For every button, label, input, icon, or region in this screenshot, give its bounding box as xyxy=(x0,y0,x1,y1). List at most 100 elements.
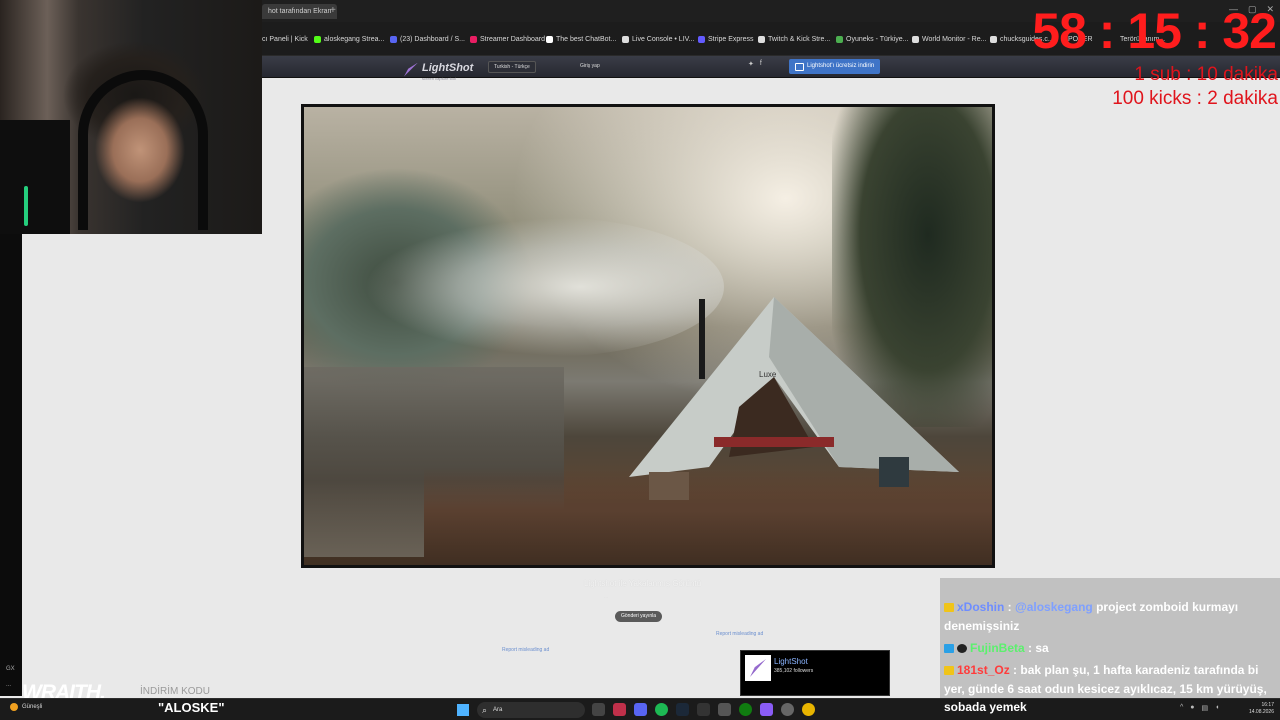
browser-tab-active[interactable]: hot tarafından Ekran xyxy=(262,4,338,19)
clock-time: 16:17 xyxy=(1261,702,1274,708)
taskbar-search[interactable]: Ara xyxy=(477,702,585,718)
bookmark-label: Stripe Express xyxy=(708,36,754,43)
steam-icon[interactable] xyxy=(676,703,689,716)
gem-badge-icon xyxy=(944,644,954,653)
app-icon-2[interactable] xyxy=(760,703,773,716)
new-tab-button[interactable]: + xyxy=(330,4,336,18)
left-sidebar: GX ... xyxy=(0,234,22,696)
xbox-icon[interactable] xyxy=(739,703,752,716)
report-ad-link-2[interactable]: Report misleading ad xyxy=(502,647,549,653)
pinned-apps xyxy=(592,703,815,716)
bookmark-item[interactable]: cı Paneli | Kick xyxy=(262,36,308,43)
crown-badge-icon xyxy=(944,603,954,612)
bookmark-item[interactable]: Live Console • LIV... xyxy=(622,36,695,43)
card-followers: 385,102 followers xyxy=(774,668,814,674)
chat-username: FujinBeta xyxy=(970,641,1025,655)
chat-text: : sa xyxy=(1028,641,1049,655)
stream-tool-icon xyxy=(758,36,765,43)
oyuneks-icon xyxy=(836,36,843,43)
system-tray: ^ ● ▤ ◖ xyxy=(1180,704,1219,712)
globe-icon xyxy=(912,36,919,43)
report-ad-link[interactable]: Report misleading ad xyxy=(716,631,763,637)
bookmark-item[interactable]: Oyuneks - Türkiye... xyxy=(836,36,909,43)
opera-gx-icon[interactable] xyxy=(613,703,626,716)
language-select[interactable]: Turkish - Türkçe xyxy=(488,61,536,73)
volume-icon[interactable]: ◖ xyxy=(1215,704,1219,712)
obs-icon[interactable] xyxy=(781,703,794,716)
image-caption-sub: ... xyxy=(604,594,609,600)
file-explorer-icon[interactable] xyxy=(592,703,605,716)
network-icon[interactable]: ▤ xyxy=(1202,704,1209,712)
bookmark-item[interactable]: Stripe Express xyxy=(698,36,754,43)
lightshot-logo[interactable]: LightShot screen capture tool xyxy=(404,58,473,81)
lightshot-avatar xyxy=(745,655,771,681)
bookmark-label: The best ChatBot... xyxy=(556,36,617,43)
streamer-name: "ALOSKE" xyxy=(158,700,225,715)
logo-name: LightShot xyxy=(422,62,474,74)
subathon-timer: 58 : 15 : 32 xyxy=(1032,3,1277,59)
live-console-icon xyxy=(622,36,629,43)
taskbar-clock[interactable]: 16:17 14.08.2026 xyxy=(1249,702,1274,716)
bookmark-item[interactable]: World Monitor - Re... xyxy=(912,36,986,43)
logo-tagline: screen capture tool xyxy=(422,76,457,81)
windows-start-icon[interactable] xyxy=(457,704,469,716)
sub-rule: 1 sub : 10 dakika xyxy=(1134,64,1278,85)
rgb-light xyxy=(24,186,28,226)
feather-icon xyxy=(404,62,418,77)
tent-brand: Luxe xyxy=(759,370,777,379)
kick-rule: 100 kicks : 2 dakika xyxy=(1112,88,1278,109)
camp-stool xyxy=(649,472,689,500)
clock-date: 14.08.2026 xyxy=(1248,709,1274,715)
bookmark-item[interactable]: (23) Dashboard / S... xyxy=(390,36,465,43)
sun-icon xyxy=(10,703,18,711)
lightshot-header: LightShot screen capture tool Turkish - … xyxy=(262,56,1280,81)
tab-title: hot tarafından Ekran xyxy=(268,8,332,15)
stove-pipe xyxy=(699,299,705,379)
bookmark-item[interactable]: Streamer Dashboard xyxy=(470,36,545,43)
kick-icon xyxy=(314,36,321,43)
tweet-button[interactable]: Gönderi yayınla xyxy=(615,611,663,622)
mic-icon[interactable]: ● xyxy=(1190,704,1194,712)
discord-icon xyxy=(390,36,397,43)
screen: hot tarafından Ekran + — ▢ ✕ cı Paneli |… xyxy=(0,0,1280,720)
gx-label: GX xyxy=(6,666,15,672)
lightshot-follow-card[interactable]: LightShot 385,102 followers xyxy=(740,650,890,696)
weather-widget[interactable]: Güneşli xyxy=(10,703,42,711)
facebook-icon[interactable]: f xyxy=(760,60,762,68)
epic-games-icon[interactable] xyxy=(697,703,710,716)
app-icon[interactable] xyxy=(718,703,731,716)
chat-overlay: xDoshin : @aloskegang project zomboid ku… xyxy=(940,578,1280,698)
avatar-badge-icon xyxy=(957,644,967,653)
stripe-icon xyxy=(698,36,705,43)
screenshot-image: Luxe xyxy=(301,104,995,568)
sleeping-mat xyxy=(714,437,834,447)
weather-label: Güneşli xyxy=(22,704,43,710)
chat-username: 181st_Oz xyxy=(957,663,1010,677)
bookmark-label: Twitch & Kick Stre... xyxy=(768,36,831,43)
taskbar: Güneşli "ALOSKE" Ara sobada yemek ^ ● ▤ … xyxy=(0,698,1280,720)
tent-illustration: Luxe xyxy=(629,297,959,500)
chat-message: 181st_Oz : bak plan şu, 1 hafta karadeni… xyxy=(944,661,1278,699)
bookmark-item[interactable]: The best ChatBot... xyxy=(546,36,616,43)
crown-badge-icon xyxy=(944,666,954,675)
bookmark-label: cı Paneli | Kick xyxy=(262,36,308,43)
chrome-icon[interactable] xyxy=(802,703,815,716)
login-link[interactable]: Giriş yap xyxy=(580,61,600,72)
social-links: ✦ f xyxy=(748,60,762,68)
spotify-icon[interactable] xyxy=(655,703,668,716)
sponsor-code-label: İNDİRİM KODU xyxy=(140,686,210,697)
twitter-icon[interactable]: ✦ xyxy=(748,60,754,68)
webcam-overlay xyxy=(0,0,262,234)
chevron-up-icon[interactable]: ^ xyxy=(1180,704,1183,712)
bookmark-item[interactable]: Twitch & Kick Stre... xyxy=(758,36,830,43)
card-name: LightShot xyxy=(774,657,808,666)
download-button[interactable]: Lightshot'ı ücretsiz indirin xyxy=(789,59,881,74)
bookmark-item[interactable]: aloskegang Strea... xyxy=(314,36,384,43)
ticker-message: sobada yemek xyxy=(944,700,1027,714)
discord-icon[interactable] xyxy=(634,703,647,716)
chat-username: xDoshin xyxy=(957,600,1005,614)
chat-mention: @aloskegang xyxy=(1015,600,1093,614)
more-label: ... xyxy=(6,682,12,688)
headset xyxy=(78,70,208,230)
bookmark-label: World Monitor - Re... xyxy=(922,36,987,43)
